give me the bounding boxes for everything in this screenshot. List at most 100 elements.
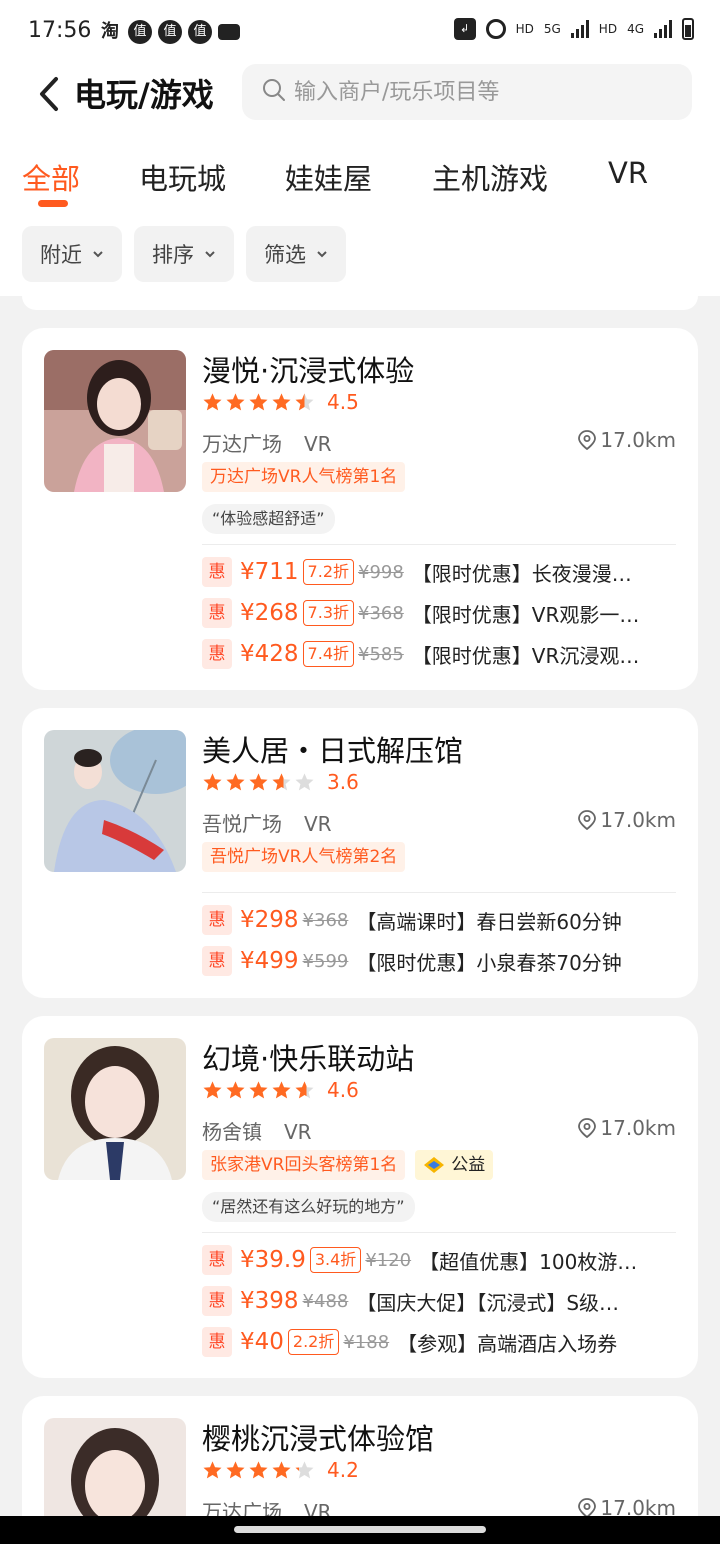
deal-discount: 7.4折	[302, 641, 354, 667]
tab-claw-machine[interactable]: 娃娃屋	[285, 156, 372, 198]
deal-description: 【限时优惠】VR观影一…	[411, 602, 640, 627]
shop-card[interactable]: 漫悦·沉浸式体验 4.5 万达广场 VR 17.0km 万达广场VR人气榜第1名 …	[22, 328, 698, 690]
chevron-down-icon	[317, 251, 327, 258]
shop-area: 万达广场	[202, 432, 282, 456]
deal-badge: 惠	[202, 598, 232, 628]
shop-area: 吾悦广场	[202, 812, 282, 836]
chevron-down-icon	[93, 251, 103, 258]
star-icon	[249, 392, 268, 410]
filter-label: 筛选	[264, 243, 306, 267]
star-icon	[226, 392, 245, 410]
shop-distance: 17.0km	[578, 428, 676, 452]
star-icon	[226, 1080, 245, 1098]
distance-text: 17.0km	[600, 428, 676, 452]
shop-category: VR	[304, 812, 332, 836]
divider	[202, 892, 676, 893]
star-icon	[249, 1460, 268, 1478]
star-icon	[226, 1460, 245, 1478]
rank-badge[interactable]: 张家港VR回头客榜第1名	[202, 1150, 406, 1180]
deal-original-price: ¥188	[343, 1331, 390, 1353]
deal-badge: 惠	[202, 639, 232, 669]
rating-score: 4.6	[327, 1078, 359, 1102]
search-box[interactable]	[242, 64, 692, 120]
rating-score: 4.5	[327, 390, 359, 414]
filter-sort-button[interactable]: 排序	[134, 226, 234, 282]
back-arrow-icon[interactable]	[36, 74, 64, 114]
hd-label-2: HD	[598, 22, 618, 36]
deal-row[interactable]: 惠 ¥499 ¥599 【限时优惠】小泉春茶70分钟	[202, 945, 676, 977]
previous-card-edge	[22, 296, 698, 310]
deal-discount: 2.2折	[287, 1329, 340, 1355]
deal-discount: 7.3折	[302, 600, 354, 626]
deal-badge: 惠	[202, 557, 232, 587]
page-title: 电玩/游戏	[74, 76, 214, 114]
deal-price: ¥711	[240, 559, 299, 585]
location-pin-icon	[578, 810, 597, 830]
deal-original-price: ¥368	[302, 909, 349, 931]
star-icon	[203, 1460, 222, 1478]
rank-badge[interactable]: 吾悦广场VR人气榜第2名	[202, 842, 406, 872]
home-gesture-handle[interactable]	[234, 1526, 486, 1533]
deal-row[interactable]: 惠 ¥428 7.4折 ¥585 【限时优惠】VR沉浸观…	[202, 638, 676, 670]
deal-price: ¥428	[240, 641, 299, 667]
tag-row: 吾悦广场VR人气榜第2名	[202, 842, 406, 872]
divider	[202, 1232, 676, 1233]
signal-icon-2	[654, 20, 672, 38]
search-icon	[263, 79, 285, 101]
notification-icons: 淘 值 值 值	[98, 20, 240, 44]
star-rating	[202, 1460, 315, 1481]
deal-description: 【限时优惠】长夜漫漫…	[411, 561, 632, 586]
deal-description: 【高端课时】春日尝新60分钟	[356, 909, 622, 934]
deal-row[interactable]: 惠 ¥40 2.2折 ¥188 【参观】高端酒店入场券	[202, 1326, 676, 1358]
deal-badge: 惠	[202, 1286, 232, 1316]
deal-price: ¥40	[240, 1329, 284, 1355]
location-pin-icon	[578, 1498, 597, 1518]
tab-vr[interactable]: VR	[608, 156, 648, 190]
shop-thumbnail	[44, 350, 186, 492]
review-quote: “体验感超舒适”	[202, 504, 335, 534]
shop-thumbnail	[44, 1038, 186, 1180]
rating-score: 3.6	[327, 770, 359, 794]
charity-badge[interactable]: 公益	[415, 1150, 494, 1180]
search-input[interactable]	[294, 74, 674, 110]
deal-row[interactable]: 惠 ¥398 ¥488 【国庆大促】【沉浸式】S级…	[202, 1285, 676, 1317]
deal-row[interactable]: 惠 ¥268 7.3折 ¥368 【限时优惠】VR观影一…	[202, 597, 676, 629]
rating: 3.6	[202, 770, 359, 794]
star-rating	[202, 392, 315, 413]
deal-description: 【限时优惠】VR沉浸观…	[411, 643, 640, 668]
charity-icon	[424, 1157, 445, 1173]
star-icon	[203, 1080, 222, 1098]
system-icons: ↲ HD 5G HD 4G	[453, 18, 694, 40]
shop-location: 万达广场 VR	[202, 428, 332, 457]
tab-console-games[interactable]: 主机游戏	[432, 156, 548, 198]
star-icon	[249, 1080, 268, 1098]
status-time: 17:56	[28, 18, 92, 43]
shop-name: 樱桃沉浸式体验馆	[202, 1422, 435, 1456]
chevron-down-icon	[205, 251, 215, 258]
star-icon	[226, 772, 245, 790]
deal-row[interactable]: 惠 ¥298 ¥368 【高端课时】春日尝新60分钟	[202, 904, 676, 936]
deal-badge: 惠	[202, 946, 232, 976]
star-icon	[295, 772, 314, 790]
deal-original-price: ¥585	[358, 643, 404, 665]
deal-row[interactable]: 惠 ¥711 7.2折 ¥998 【限时优惠】长夜漫漫…	[202, 556, 676, 588]
star-icon	[272, 1080, 291, 1098]
4g-label: 4G	[627, 22, 644, 36]
rank-badge[interactable]: 万达广场VR人气榜第1名	[202, 462, 406, 492]
shop-card[interactable]: 美人居・日式解压馆 3.6 吾悦广场 VR 17.0km 吾悦广场VR人气榜第2名…	[22, 708, 698, 998]
category-tabs: 全部 电玩城 娃娃屋 主机游戏 VR	[0, 156, 720, 212]
shop-distance: 17.0km	[578, 1116, 676, 1140]
star-icon	[295, 1080, 314, 1098]
deal-price: ¥499	[240, 948, 299, 974]
shop-card[interactable]: 幻境·快乐联动站 4.6 杨舍镇 VR 17.0km 张家港VR回头客榜第1名 公…	[22, 1016, 698, 1378]
filter-label: 排序	[152, 243, 194, 267]
tab-all[interactable]: 全部	[22, 156, 80, 198]
distance-text: 17.0km	[600, 1116, 676, 1140]
filter-screen-button[interactable]: 筛选	[246, 226, 346, 282]
deal-original-price: ¥120	[365, 1249, 412, 1271]
charity-label: 公益	[451, 1155, 486, 1175]
signal-icon	[570, 20, 589, 38]
deal-row[interactable]: 惠 ¥39.9 3.4折 ¥120 【超值优惠】100枚游…	[202, 1244, 676, 1276]
tab-arcade[interactable]: 电玩城	[139, 156, 226, 198]
filter-nearby-button[interactable]: 附近	[22, 226, 122, 282]
